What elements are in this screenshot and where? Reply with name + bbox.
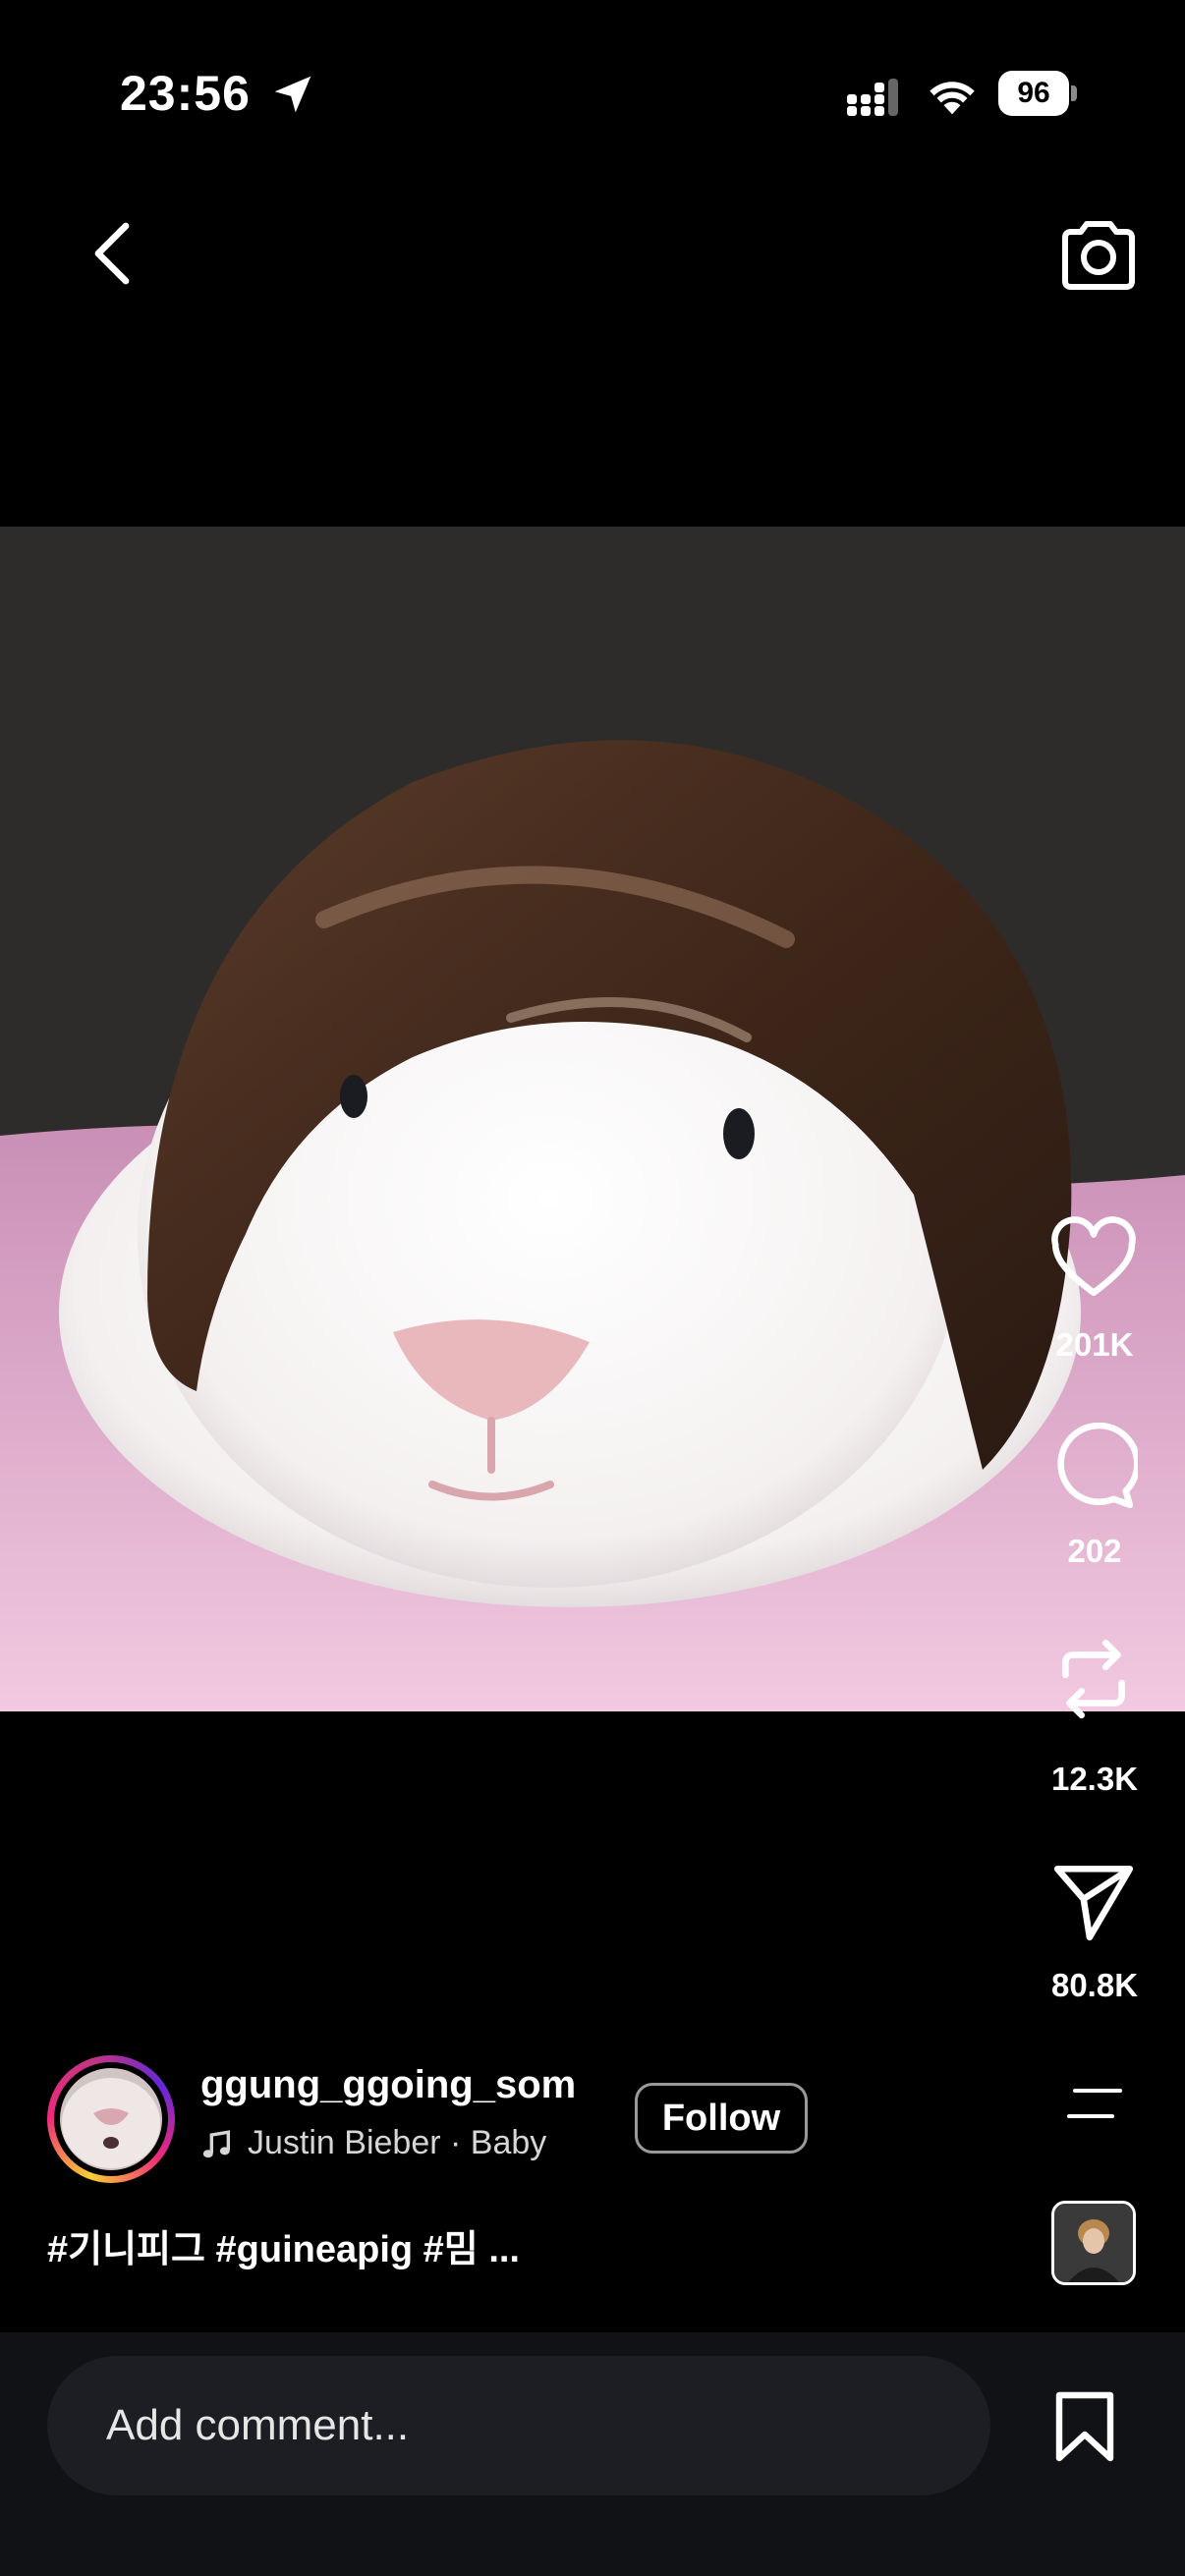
heart-icon[interactable] <box>1049 1214 1138 1303</box>
shares-count: 80.8K <box>1050 1967 1139 2003</box>
wifi-icon <box>930 82 975 115</box>
send-icon[interactable] <box>1049 1857 1138 1945</box>
caption[interactable]: #기니피그 #guineapig #밈 ... <box>47 2218 520 2272</box>
cellular-signal-icon <box>847 79 898 116</box>
chevron-left-icon[interactable] <box>79 218 149 289</box>
status-time: 23:56 <box>120 66 251 121</box>
comment-input[interactable] <box>47 2356 990 2495</box>
audio-track[interactable]: Justin Bieber · Baby <box>248 2124 546 2162</box>
follow-button[interactable]: Follow <box>635 2083 808 2154</box>
avatar[interactable] <box>47 2055 175 2183</box>
guinea-pig-photo <box>0 527 1185 1711</box>
battery-icon: 96 <box>998 71 1077 116</box>
reposts-count: 12.3K <box>1050 1761 1139 1797</box>
repost-icon[interactable] <box>1049 1635 1138 1723</box>
post-media[interactable] <box>0 527 1185 1711</box>
comment-bubble-icon[interactable] <box>1049 1423 1138 1511</box>
bookmark-icon[interactable] <box>1047 2389 1122 2464</box>
music-note-icon <box>202 2130 231 2158</box>
camera-icon[interactable] <box>1057 218 1140 293</box>
avatar-image <box>60 2068 162 2170</box>
username[interactable]: ggung_ggoing_som <box>200 2063 576 2107</box>
location-arrow-icon <box>274 76 311 113</box>
audio-cover-thumbnail[interactable] <box>1051 2201 1136 2285</box>
more-options-icon[interactable] <box>1065 2087 1124 2122</box>
comments-count: 202 <box>1067 1533 1122 1569</box>
battery-level: 96 <box>998 71 1069 116</box>
album-art <box>1054 2204 1133 2282</box>
likes-count: 201K <box>1055 1326 1134 1363</box>
